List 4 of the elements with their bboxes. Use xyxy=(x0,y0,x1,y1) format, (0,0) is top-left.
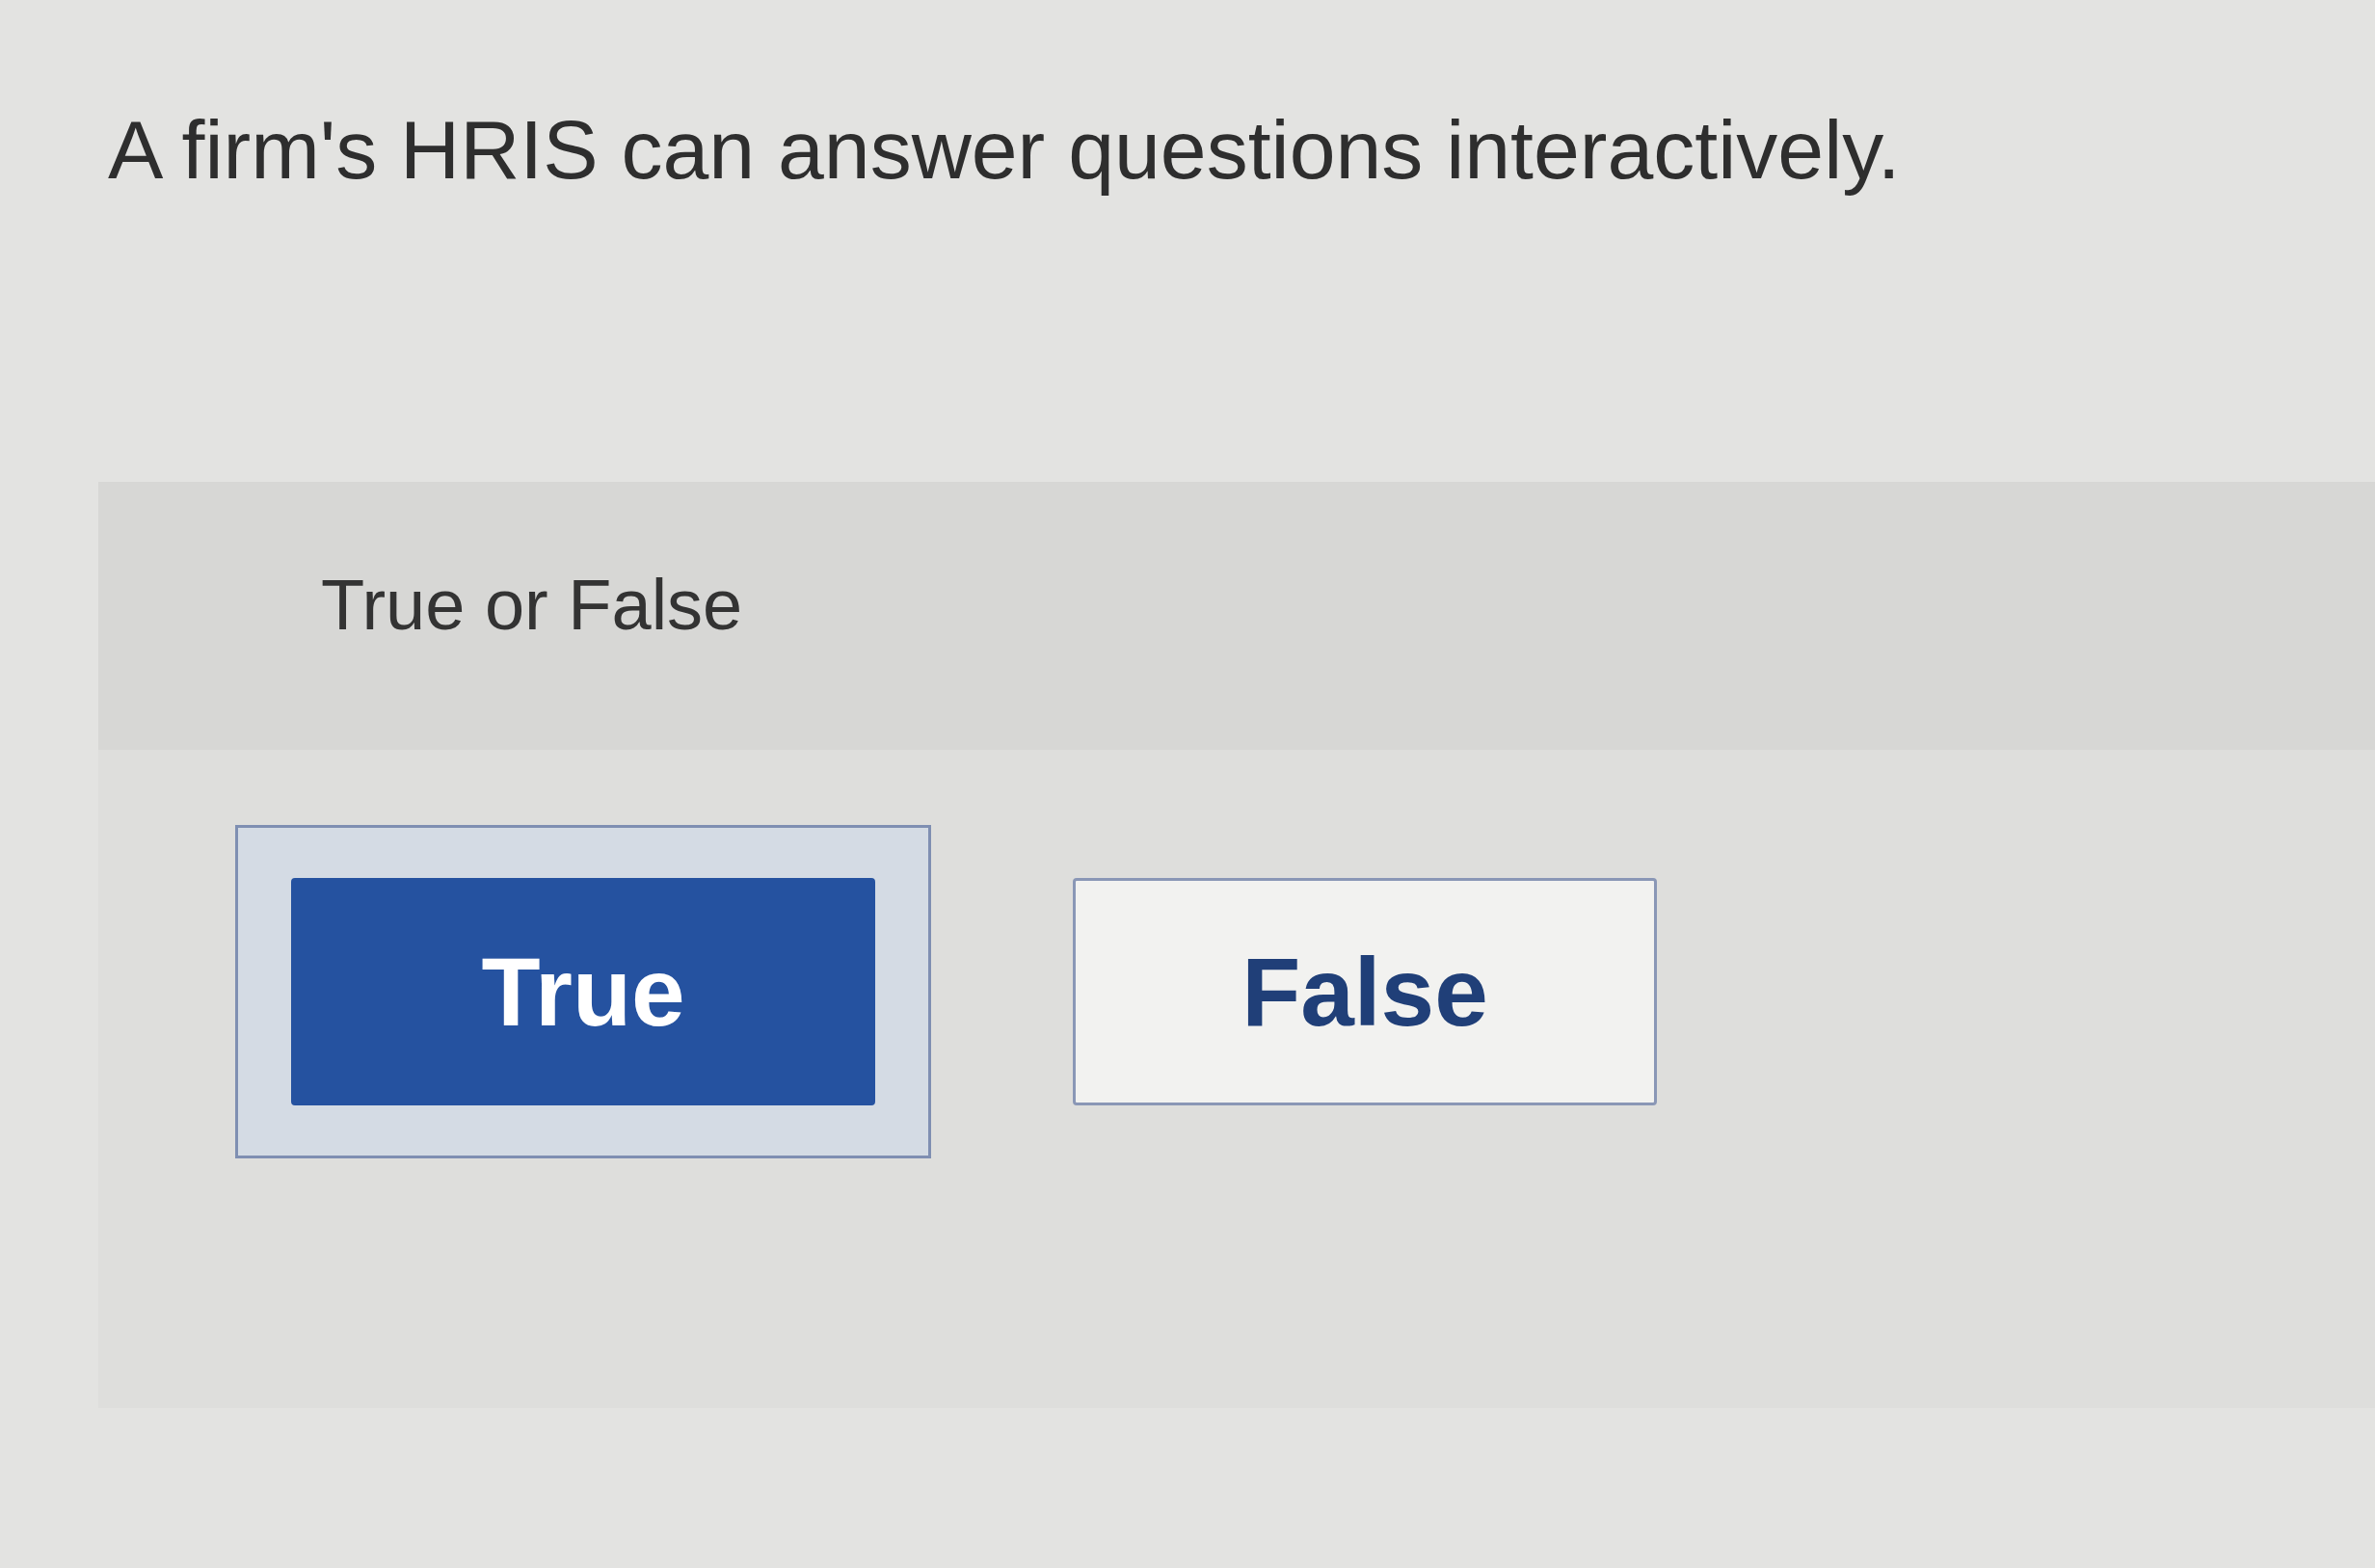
question-text: A firm's HRIS can answer questions interactively. xyxy=(108,102,1901,198)
answer-button[interactable]: False xyxy=(1073,878,1657,1105)
prompt-text: True or False xyxy=(321,564,743,647)
answer-button[interactable]: True xyxy=(291,878,875,1105)
